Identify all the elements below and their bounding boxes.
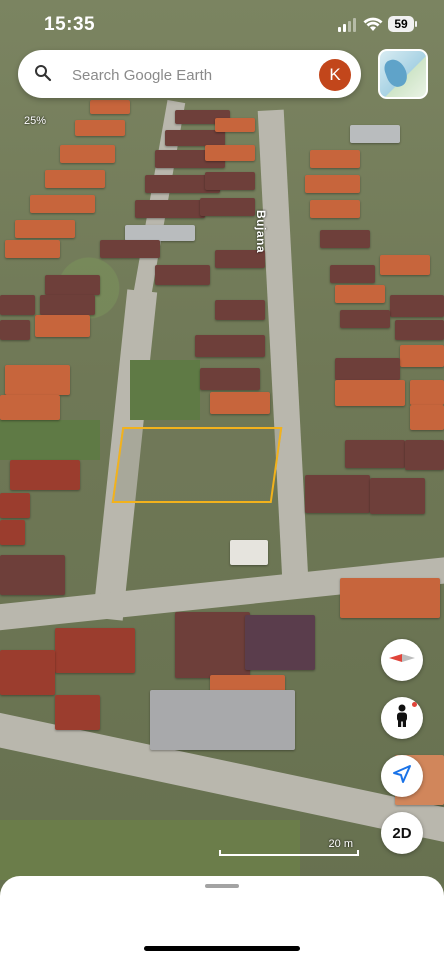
roof <box>335 380 405 406</box>
my-location-button[interactable] <box>381 755 423 797</box>
satellite-map[interactable] <box>0 0 444 960</box>
roof <box>340 578 440 618</box>
status-bar: 15:35 59 <box>0 0 444 50</box>
roof <box>380 255 430 275</box>
roof <box>0 555 65 595</box>
roof <box>395 320 444 340</box>
cellular-signal-icon <box>338 18 358 32</box>
courtyard <box>150 690 295 750</box>
roof <box>0 395 60 420</box>
home-indicator[interactable] <box>144 946 300 951</box>
roof <box>5 365 70 395</box>
roof <box>210 392 270 414</box>
roof <box>370 478 425 514</box>
roof <box>0 295 35 315</box>
roof <box>215 118 255 132</box>
view-mode-2d-button[interactable]: 2D <box>381 812 423 854</box>
roof <box>305 475 370 513</box>
wifi-icon <box>363 16 383 37</box>
roof <box>330 265 375 283</box>
roof <box>405 440 444 470</box>
roof <box>390 295 444 317</box>
roof <box>40 295 95 315</box>
roof <box>310 200 360 218</box>
map-layers-button[interactable] <box>378 49 428 99</box>
battery-indicator: 59 <box>388 16 417 32</box>
roof <box>205 172 255 190</box>
sheet-drag-handle[interactable] <box>205 884 239 888</box>
road-vertical <box>257 109 309 581</box>
scale-bar-line <box>219 850 359 856</box>
roof <box>55 695 100 730</box>
roof <box>400 345 444 367</box>
red-dot-badge <box>412 702 417 707</box>
roof <box>165 130 225 146</box>
roof <box>205 145 255 161</box>
roof <box>0 520 25 545</box>
roof <box>5 240 60 258</box>
status-time: 15:35 <box>44 14 96 35</box>
roof <box>155 265 210 285</box>
search-icon <box>34 64 52 87</box>
scale-bar: 20 m <box>219 838 359 856</box>
parcel-outline[interactable] <box>111 427 283 503</box>
roof <box>340 310 390 328</box>
roof <box>195 335 265 357</box>
roof <box>175 612 250 678</box>
roof <box>35 315 90 337</box>
compass-icon <box>389 651 415 669</box>
roof <box>320 230 370 248</box>
roof <box>410 380 444 405</box>
scale-label: 20 m <box>328 838 353 850</box>
roof <box>350 125 400 143</box>
roof <box>200 198 255 216</box>
map-thumbnail-icon <box>381 56 411 90</box>
roof <box>10 460 80 490</box>
roof <box>55 628 135 673</box>
roof <box>15 220 75 238</box>
roof <box>75 120 125 136</box>
search-input[interactable] <box>70 62 304 88</box>
green-area <box>0 420 100 460</box>
pegman-icon <box>394 704 410 733</box>
search-bar[interactable]: K <box>18 50 361 98</box>
green-area <box>130 360 200 420</box>
roof <box>215 300 265 320</box>
roof <box>100 240 160 258</box>
roof <box>45 170 105 188</box>
account-avatar[interactable]: K <box>319 59 351 91</box>
roof <box>335 285 385 303</box>
roof <box>60 145 115 163</box>
roof <box>200 368 260 390</box>
compass-button[interactable] <box>381 639 423 681</box>
roof <box>30 195 95 213</box>
roof <box>410 405 444 430</box>
roof <box>310 150 360 168</box>
roof <box>0 493 30 518</box>
navigation-arrow-icon <box>392 764 412 789</box>
roof <box>125 225 195 241</box>
roof <box>230 540 268 565</box>
roof <box>0 650 55 695</box>
roof <box>305 175 360 193</box>
roof <box>90 100 130 114</box>
zoom-indicator: 25% <box>24 115 47 127</box>
roof <box>45 275 100 295</box>
roof <box>245 615 315 670</box>
street-view-button[interactable] <box>381 697 423 739</box>
roof <box>135 200 205 218</box>
roof <box>345 440 405 468</box>
roof <box>0 320 30 340</box>
street-label: Bujana <box>254 210 268 254</box>
roof <box>335 358 400 380</box>
bottom-sheet[interactable] <box>0 876 444 960</box>
